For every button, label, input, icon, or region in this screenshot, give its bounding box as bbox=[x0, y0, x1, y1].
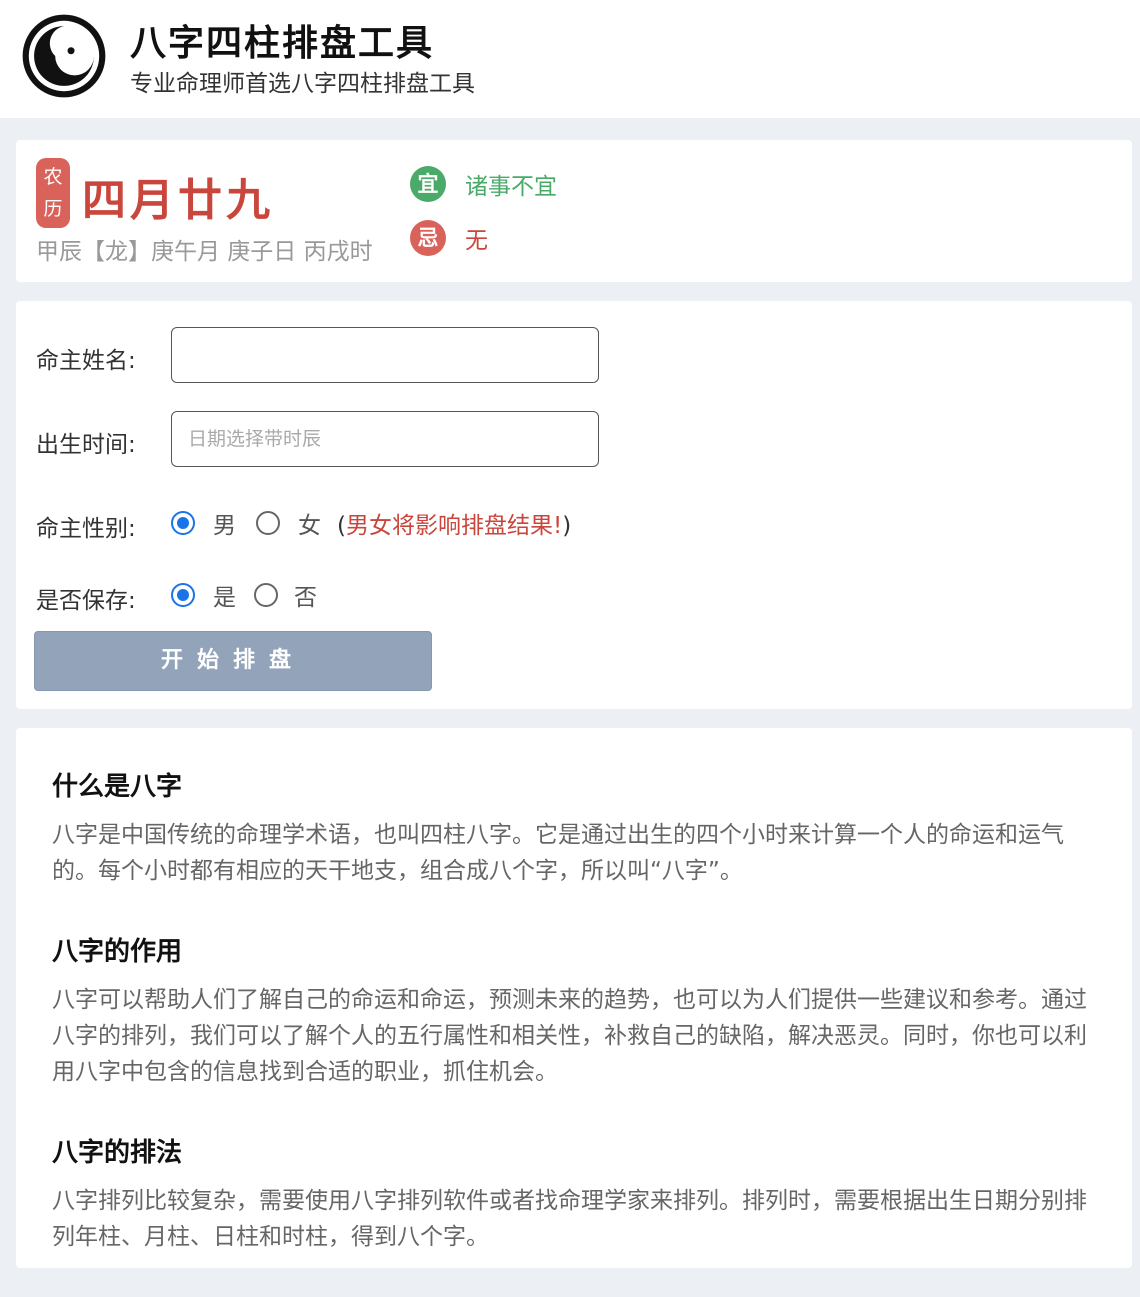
gender-radio-group: 男 女 (男女将影响排盘结果!) bbox=[171, 503, 571, 543]
gender-note-close: ) bbox=[562, 513, 572, 539]
site-title: 八字四柱排盘工具 bbox=[130, 23, 435, 64]
gender-label: 命主性别: bbox=[36, 516, 136, 542]
yi-text: 诸事不宜 bbox=[465, 174, 557, 200]
article: 什么是八字 八字是中国传统的命理学术语，也叫四柱八字。它是通过出生的四个小时来计… bbox=[52, 766, 1098, 1297]
yin-yang-logo-icon[interactable] bbox=[20, 12, 108, 100]
gender-note-open: ( bbox=[337, 513, 346, 539]
bazi-form-card: 命主姓名: 出生时间: 命主性别: 男 女 (男女将影响排盘结果!) 是否保存:… bbox=[16, 301, 1132, 709]
site-header: 八字四柱排盘工具 专业命理师首选八字四柱排盘工具 bbox=[0, 0, 1140, 118]
ji-row: 忌 无 bbox=[410, 220, 488, 256]
save-label: 是否保存: bbox=[36, 588, 136, 614]
save-yes-radio[interactable] bbox=[171, 583, 195, 607]
ganzhi-text: 甲辰【龙】庚午月 庚子日 丙戌时 bbox=[36, 239, 373, 265]
gender-note: (男女将影响排盘结果!) bbox=[337, 506, 571, 540]
save-radio-group: 是 否 bbox=[171, 575, 337, 615]
name-label: 命主姓名: bbox=[36, 348, 136, 374]
gender-female-label[interactable]: 女 bbox=[298, 506, 321, 540]
gender-female-radio[interactable] bbox=[256, 511, 280, 535]
section-body: 八字是中国传统的命理学术语，也叫四柱八字。它是通过出生的四个小时来计算一个人的命… bbox=[52, 822, 1064, 884]
article-card: 什么是八字 八字是中国传统的命理学术语，也叫四柱八字。它是通过出生的四个小时来计… bbox=[16, 728, 1132, 1268]
birth-label: 出生时间: bbox=[36, 432, 136, 458]
section-heading: 八字的排法 bbox=[52, 1138, 183, 1168]
section-heading: 八字的作用 bbox=[52, 937, 183, 967]
start-paipan-button[interactable]: 开始排盘 bbox=[34, 631, 432, 691]
lunar-badge-bottom: 历 bbox=[43, 198, 63, 220]
yi-icon: 宜 bbox=[410, 166, 446, 202]
section-heading: 什么是八字 bbox=[52, 772, 183, 802]
birth-time-input[interactable] bbox=[171, 411, 599, 467]
lunar-badge-top: 农 bbox=[43, 166, 63, 188]
gender-male-radio[interactable] bbox=[171, 511, 195, 535]
save-no-label[interactable]: 否 bbox=[294, 578, 317, 612]
section-body: 八字可以帮助人们了解自己的命运和命运，预测未来的趋势，也可以为人们提供一些建议和… bbox=[52, 987, 1087, 1085]
ji-text: 无 bbox=[465, 228, 488, 254]
section-body: 八字排列比较复杂，需要使用八字排列软件或者找命理学家来排列。排列时，需要根据出生… bbox=[52, 1188, 1087, 1250]
site-subtitle: 专业命理师首选八字四柱排盘工具 bbox=[130, 71, 475, 97]
save-yes-label[interactable]: 是 bbox=[213, 578, 236, 612]
name-input[interactable] bbox=[171, 327, 599, 383]
ji-icon: 忌 bbox=[410, 220, 446, 256]
gender-male-label[interactable]: 男 bbox=[213, 506, 236, 540]
lunar-date: 四月廿九 bbox=[82, 175, 274, 226]
gender-note-text: 男女将影响排盘结果! bbox=[345, 513, 563, 539]
lunar-calendar-card: 农 历 四月廿九 甲辰【龙】庚午月 庚子日 丙戌时 宜 诸事不宜 忌 无 bbox=[16, 140, 1132, 282]
save-no-radio[interactable] bbox=[254, 583, 278, 607]
lunar-badge: 农 历 bbox=[36, 158, 70, 228]
yi-row: 宜 诸事不宜 bbox=[410, 166, 557, 202]
